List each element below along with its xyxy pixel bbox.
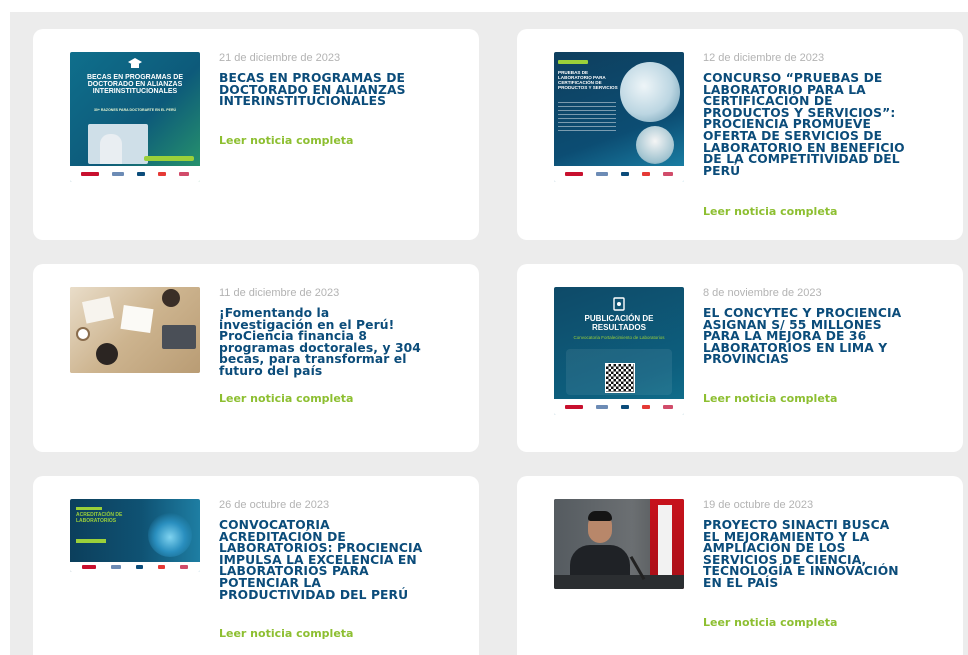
laptop	[162, 325, 196, 349]
news-grid: BECAS EN PROGRAMAS DE DOCTORADO EN ALIAN…	[10, 12, 968, 655]
image-headline: ACREDITACIÓN DE LABORATORIOS	[76, 512, 123, 524]
sponsor-logos	[554, 166, 684, 182]
news-title[interactable]: EL CONCYTEC Y PROCIENCIA ASIGNAN S/ 55 M…	[703, 307, 908, 366]
news-info: 21 de diciembre de 2023 BECAS EN PROGRAM…	[219, 52, 424, 242]
read-more-link[interactable]: Leer noticia completa	[703, 392, 837, 405]
photo-figure	[100, 134, 122, 164]
news-image[interactable]	[554, 499, 684, 589]
person-head	[96, 343, 118, 365]
person-head	[162, 289, 180, 307]
news-card: PUBLICACIÓN DE RESULTADOS Convocatoria F…	[517, 264, 963, 452]
news-image[interactable]: PUBLICACIÓN DE RESULTADOS Convocatoria F…	[554, 287, 684, 415]
news-card: ACREDITACIÓN DE LABORATORIOS 26 de octub…	[33, 476, 479, 655]
news-card: BECAS EN PROGRAMAS DE DOCTORADO EN ALIAN…	[33, 29, 479, 240]
read-more-link[interactable]: Leer noticia completa	[219, 627, 353, 640]
read-more-link[interactable]: Leer noticia completa	[219, 134, 353, 147]
news-info: 26 de octubre de 2023 CONVOCATORIA ACRED…	[219, 499, 424, 655]
news-title[interactable]: PROYECTO SINACTI BUSCA EL MEJORAMIENTO Y…	[703, 519, 908, 590]
graduation-cap-icon	[128, 58, 142, 68]
news-image[interactable]: ACREDITACIÓN DE LABORATORIOS	[70, 499, 200, 572]
image-button	[76, 539, 106, 543]
news-image[interactable]: PRUEBAS DE LABORATORIO PARA CERTIFICACIÓ…	[554, 52, 684, 182]
text-block	[558, 102, 616, 132]
read-more-link[interactable]: Leer noticia completa	[703, 616, 837, 629]
flask-graphic	[148, 513, 192, 557]
news-card: PRUEBAS DE LABORATORIO PARA CERTIFICACIÓ…	[517, 29, 963, 240]
news-title[interactable]: ¡Fomentando la investigación en el Perú!…	[219, 307, 424, 378]
image-headline: PUBLICACIÓN DE RESULTADOS	[584, 314, 654, 332]
lab-photo	[620, 62, 680, 122]
read-more-link[interactable]: Leer noticia completa	[703, 205, 837, 218]
sponsor-logos	[70, 166, 200, 182]
lab-photo-2	[636, 126, 674, 164]
sponsor-logos	[554, 399, 684, 415]
flag-white	[658, 505, 672, 575]
news-title[interactable]: CONCURSO “PRUEBAS DE LABORATORIO PARA LA…	[703, 72, 908, 177]
news-info: 11 de diciembre de 2023 ¡Fomentando la i…	[219, 287, 424, 457]
news-info: 12 de diciembre de 2023 CONCURSO “PRUEBA…	[703, 52, 908, 242]
news-date: 12 de diciembre de 2023	[703, 52, 825, 64]
image-headline: PRUEBAS DE LABORATORIO PARA CERTIFICACIÓ…	[558, 70, 618, 90]
news-card: 19 de octubre de 2023 PROYECTO SINACTI B…	[517, 476, 963, 655]
image-tag	[558, 60, 588, 64]
document-icon	[613, 297, 625, 311]
news-date: 21 de diciembre de 2023	[219, 52, 341, 64]
news-date: 11 de diciembre de 2023	[219, 287, 340, 299]
news-title[interactable]: BECAS EN PROGRAMAS DE DOCTORADO EN ALIAN…	[219, 72, 424, 108]
read-more-link[interactable]: Leer noticia completa	[219, 392, 353, 405]
person-hair	[588, 511, 612, 521]
sponsor-logos	[70, 562, 200, 572]
deadline-badge	[144, 156, 194, 161]
image-headline: BECAS EN PROGRAMAS DE DOCTORADO EN ALIAN…	[86, 74, 184, 95]
news-info: 19 de octubre de 2023 PROYECTO SINACTI B…	[703, 499, 908, 655]
news-date: 19 de octubre de 2023	[703, 499, 814, 511]
news-card: 11 de diciembre de 2023 ¡Fomentando la i…	[33, 264, 479, 452]
news-date: 26 de octubre de 2023	[219, 499, 330, 511]
desk	[554, 575, 684, 589]
image-subline: 30+ RAZONES PARA DOCTORARTE EN EL PERÚ	[93, 108, 177, 112]
news-info: 8 de noviembre de 2023 EL CONCYTEC Y PRO…	[703, 287, 908, 457]
qr-code-icon	[605, 363, 635, 393]
paper-sheet	[120, 305, 154, 333]
news-image[interactable]	[70, 287, 200, 373]
image-subline: Convocatoria Fortalecimiento de Laborato…	[573, 335, 665, 340]
news-date: 8 de noviembre de 2023	[703, 287, 822, 299]
mug	[76, 327, 90, 341]
news-title[interactable]: CONVOCATORIA ACREDITACIÓN DE LABORATORIO…	[219, 519, 424, 601]
news-image[interactable]: BECAS EN PROGRAMAS DE DOCTORADO EN ALIAN…	[70, 52, 200, 182]
image-tag	[76, 507, 102, 510]
